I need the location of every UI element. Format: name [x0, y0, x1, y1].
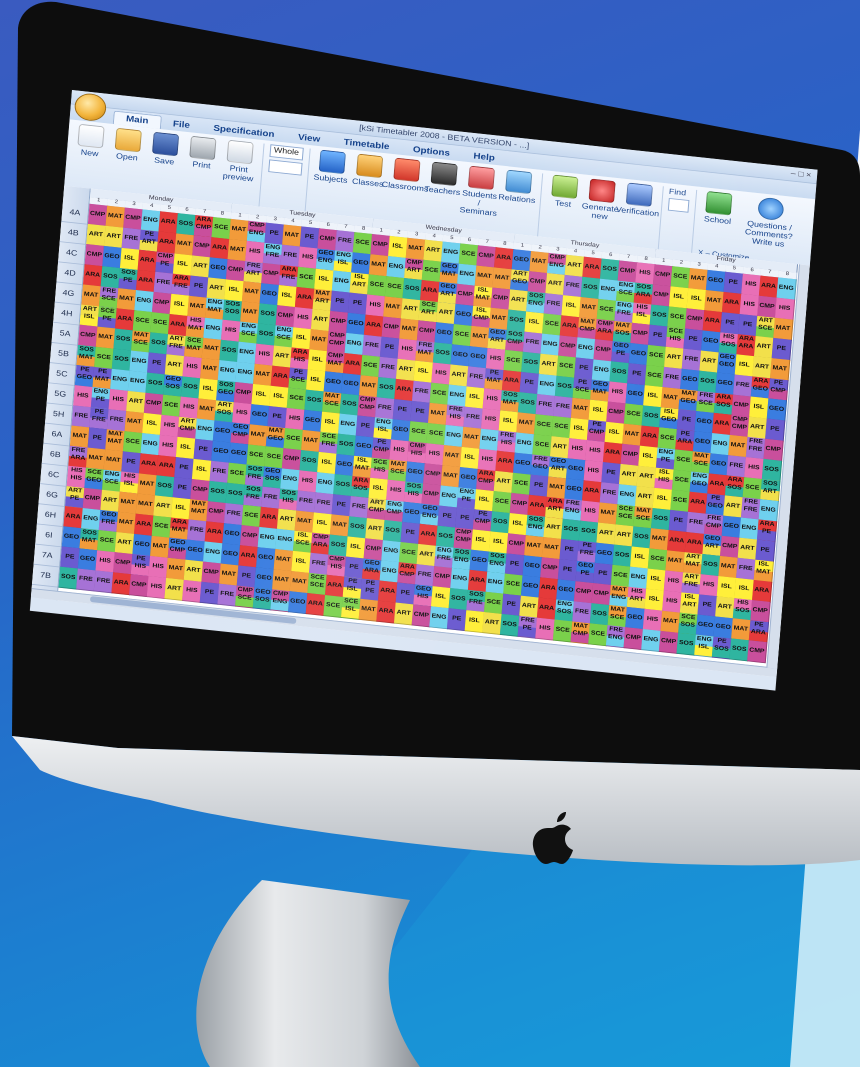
test-button[interactable]: Test [543, 174, 582, 243]
print-preview-icon [226, 139, 254, 165]
generate-icon [588, 178, 616, 204]
new-button[interactable]: New [70, 123, 109, 192]
subjects-button[interactable]: Subjects [311, 149, 350, 218]
open-folder-icon [114, 127, 142, 153]
students-icon [467, 165, 495, 191]
book-icon [318, 149, 346, 175]
relations-button[interactable]: Relations [497, 169, 536, 238]
window-controls[interactable]: – □ × [791, 169, 812, 180]
test-icon [550, 174, 579, 200]
class-row-label[interactable]: 7B [31, 563, 60, 588]
app-window: [kSi Timetabler 2008 - BETA VERSION - ..… [29, 90, 818, 691]
ribbon-group-find: Find [663, 186, 698, 256]
print-button[interactable]: Print [182, 135, 221, 204]
print-preview-button[interactable]: Print preview [219, 139, 258, 208]
house-icon [392, 157, 421, 183]
relations-icon [504, 169, 532, 195]
teachers-button[interactable]: Teachers [423, 161, 462, 230]
generate-new-button[interactable]: Generate new [581, 178, 620, 247]
save-button[interactable]: Save [144, 131, 183, 200]
question-icon [757, 196, 785, 222]
teacher-icon [430, 161, 458, 187]
verification-button[interactable]: Verification [616, 182, 660, 251]
open-button[interactable]: Open [107, 127, 146, 196]
school-button[interactable]: School [698, 191, 736, 253]
classrooms-button[interactable]: Classrooms [381, 157, 429, 226]
find-input[interactable] [667, 197, 690, 213]
view-select-secondary[interactable] [268, 159, 303, 176]
find-label: Find [668, 186, 687, 198]
questions-button[interactable]: Questions / Comments? Write us [736, 195, 803, 260]
verify-icon [625, 182, 653, 208]
classes-icon [355, 153, 383, 179]
view-select[interactable]: Whole [269, 144, 304, 161]
printer-icon [189, 135, 217, 161]
new-document-icon [77, 123, 105, 149]
school-icon [705, 191, 733, 216]
lesson-cell[interactable]: CMP [747, 640, 768, 664]
timetable-grid: 4A 4B 4C 4D 4G 4H 5A 5B 5C 5G 5H 6A 6B 6C 6G 6H 6I 7A 7B M… [30, 185, 810, 678]
students-seminars-button[interactable]: Students / Seminars [459, 165, 499, 234]
ribbon-group-view: Whole [265, 144, 311, 215]
save-disk-icon [151, 131, 180, 157]
